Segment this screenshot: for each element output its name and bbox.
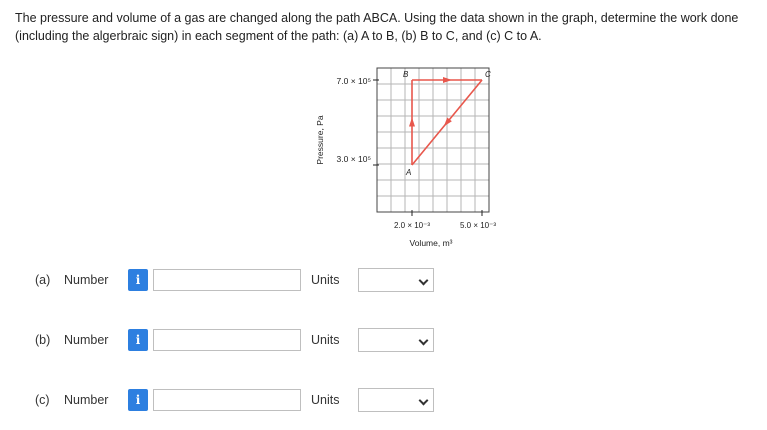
point-label-B: B [403, 70, 409, 79]
units-select-b[interactable] [358, 328, 434, 352]
info-icon[interactable]: i [128, 329, 148, 351]
number-input-a[interactable] [153, 269, 301, 291]
number-label: Number [64, 333, 109, 347]
answer-row-c: (c) Number i Units [0, 386, 767, 416]
units-label: Units [311, 273, 340, 287]
part-label: (c) [35, 393, 50, 407]
question-text: The pressure and volume of a gas are cha… [15, 11, 739, 43]
y-axis-label: Pressure, Pa [315, 115, 325, 164]
y-tick-label-high: 7.0 × 10⁵ [337, 76, 371, 86]
pv-chart-svg: 7.0 × 10⁵ 3.0 × 10⁵ 2.0 × 10⁻³ 5.0 × 10⁻… [315, 67, 496, 248]
number-input-c[interactable] [153, 389, 301, 411]
arrow-A-B-icon [409, 117, 415, 127]
number-label: Number [64, 393, 109, 407]
chevron-down-icon [418, 395, 429, 406]
units-select-a[interactable] [358, 268, 434, 292]
y-tick-label-low: 3.0 × 10⁵ [337, 154, 371, 164]
part-label: (b) [35, 333, 51, 347]
number-input-b[interactable] [153, 329, 301, 351]
units-label: Units [311, 393, 340, 407]
x-tick-label-right: 5.0 × 10⁻³ [460, 221, 496, 230]
answer-row-b: (b) Number i Units [0, 326, 767, 356]
number-label: Number [64, 273, 109, 287]
info-icon[interactable]: i [128, 389, 148, 411]
info-icon[interactable]: i [128, 269, 148, 291]
units-select-c[interactable] [358, 388, 434, 412]
chevron-down-icon [418, 275, 429, 286]
point-label-C: C [485, 70, 491, 79]
part-label: (a) [35, 273, 51, 287]
pv-chart: 7.0 × 10⁵ 3.0 × 10⁵ 2.0 × 10⁻³ 5.0 × 10⁻… [300, 58, 530, 258]
units-label: Units [311, 333, 340, 347]
x-axis-label: Volume, m³ [410, 238, 453, 248]
answer-row-a: (a) Number i Units [0, 266, 767, 296]
chevron-down-icon [418, 335, 429, 346]
x-tick-label-left: 2.0 × 10⁻³ [394, 221, 430, 230]
point-label-A: A [405, 168, 411, 177]
